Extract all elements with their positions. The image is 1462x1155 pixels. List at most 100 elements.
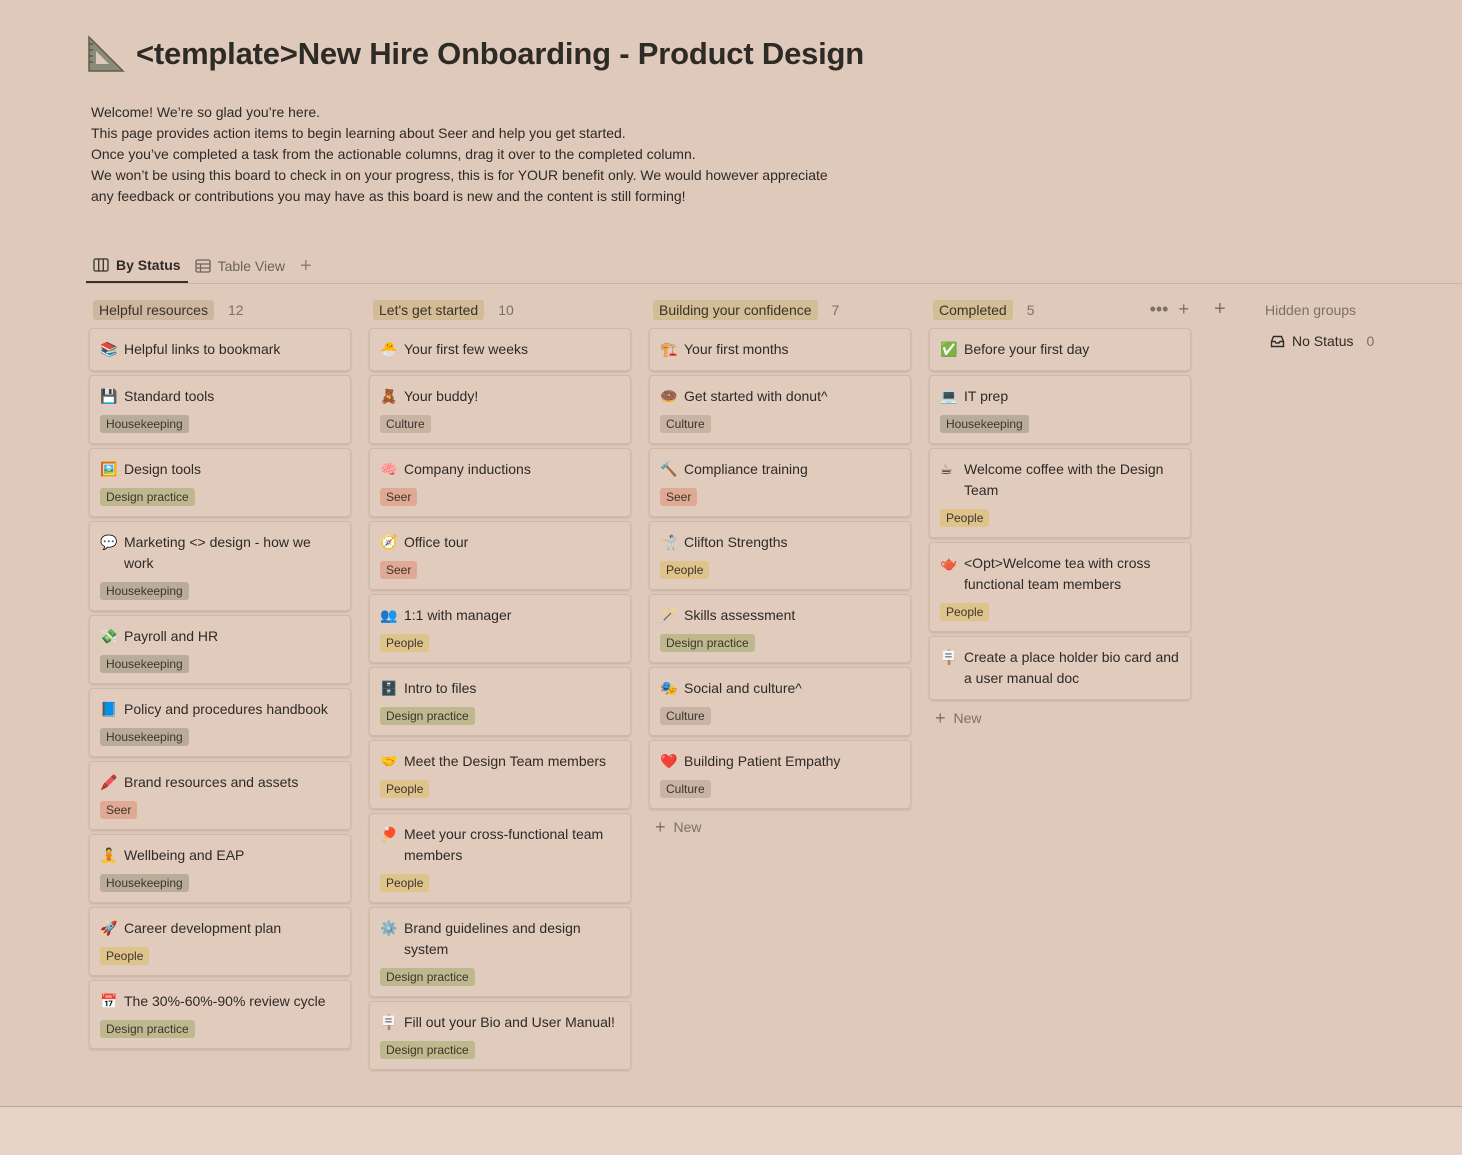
- card-emoji-icon: ✅: [940, 341, 958, 357]
- column-header[interactable]: Building your confidence 7: [649, 296, 911, 324]
- column-header[interactable]: Helpful resources 12: [89, 296, 351, 324]
- board-card[interactable]: 👥 1:1 with manager People: [369, 594, 631, 663]
- board-card[interactable]: ⚙️ Brand guidelines and design system Desi…: [369, 907, 631, 997]
- board-card[interactable]: 🏗️ Your first months: [649, 328, 911, 371]
- new-card-button[interactable]: + New: [649, 813, 911, 841]
- tab-table-view[interactable]: Table View: [188, 249, 292, 283]
- card-title: Welcome coffee with the Design Team: [964, 461, 1164, 498]
- card-emoji-icon: 💾: [100, 388, 118, 404]
- add-view-button[interactable]: +: [292, 251, 320, 281]
- board-card[interactable]: 🧠 Company inductions Seer: [369, 448, 631, 517]
- card-title: The 30%-60%-90% review cycle: [124, 993, 326, 1009]
- card-tag-row: People: [660, 561, 900, 589]
- board-card[interactable]: 📅 The 30%-60%-90% review cycle Design prac…: [89, 980, 351, 1049]
- table-icon: [194, 259, 211, 273]
- card-title: Career development plan: [124, 920, 282, 936]
- board-card[interactable]: 🔨 Compliance training Seer: [649, 448, 911, 517]
- card-tag-row: Design practice: [380, 1041, 620, 1069]
- card-tag: Seer: [660, 488, 698, 506]
- card-title-row: 🔨 Compliance training: [660, 459, 900, 490]
- card-title: Wellbeing and EAP: [124, 847, 245, 863]
- card-title: Helpful links to bookmark: [124, 341, 281, 357]
- hidden-groups-label: Hidden groups: [1265, 302, 1357, 318]
- tab-by-status[interactable]: By Status: [86, 249, 188, 283]
- card-tag-row: Housekeeping: [100, 582, 340, 610]
- board-card[interactable]: 🪧 Fill out your Bio and User Manual! Desig…: [369, 1001, 631, 1070]
- board-card[interactable]: 🚀 Career development plan People: [89, 907, 351, 976]
- card-emoji-icon: 👥: [380, 607, 398, 623]
- board-card[interactable]: 🎭 Social and culture^ Culture: [649, 667, 911, 736]
- card-title-row: 💸 Payroll and HR: [100, 626, 340, 657]
- column-header[interactable]: Completed 5 ••• +: [929, 296, 1191, 324]
- board-card[interactable]: 💬 Marketing <> design - how we work Housek…: [89, 521, 351, 611]
- card-title-row: 🖼️ Design tools: [100, 459, 340, 490]
- card-emoji-icon: 🏗️: [660, 341, 678, 357]
- card-emoji-icon: 🔨: [660, 461, 678, 477]
- column-label: Building your confidence: [653, 300, 818, 320]
- card-title-row: 🧸 Your buddy!: [380, 386, 620, 417]
- card-tag: Culture: [660, 780, 711, 798]
- board-card[interactable]: 🐣 Your first few weeks: [369, 328, 631, 371]
- add-group-plus-icon[interactable]: +: [1214, 298, 1226, 321]
- card-tag-row: People: [940, 603, 1180, 631]
- page-description: Welcome! We’re so glad you’re here. This…: [91, 102, 828, 207]
- card-tag-row: Housekeeping: [100, 874, 340, 902]
- column-header[interactable]: Let's get started 10: [369, 296, 631, 324]
- description-line: We won’t be using this board to check in…: [91, 167, 828, 183]
- board-card[interactable]: 🤺 Clifton Strengths People: [649, 521, 911, 590]
- card-tag-row: People: [100, 947, 340, 975]
- board-card[interactable]: 🤝 Meet the Design Team members People: [369, 740, 631, 809]
- plus-icon: +: [655, 817, 666, 837]
- board-card[interactable]: 🗄️ Intro to files Design practice: [369, 667, 631, 736]
- card-title-row: ✅ Before your first day: [940, 339, 1180, 370]
- card-emoji-icon: 🪄: [660, 607, 678, 623]
- hidden-group-no-status[interactable]: No Status 0: [1270, 333, 1374, 349]
- card-tag-row: People: [380, 874, 620, 902]
- board-card[interactable]: 🧘 Wellbeing and EAP Housekeeping: [89, 834, 351, 903]
- column-count: 5: [1026, 302, 1035, 318]
- hidden-group-label: No Status: [1292, 333, 1354, 349]
- card-tag: Design practice: [660, 634, 755, 652]
- new-card-button[interactable]: + New: [929, 704, 1191, 732]
- board-card[interactable]: 📘 Policy and procedures handbook Housekeep…: [89, 688, 351, 757]
- board-card[interactable]: 🧭 Office tour Seer: [369, 521, 631, 590]
- column-helpful-resources: Helpful resources 12 📚 Helpful links to b…: [89, 296, 351, 1053]
- column-label: Let's get started: [373, 300, 485, 320]
- board-card[interactable]: ☕ Welcome coffee with the Design Team Peop…: [929, 448, 1191, 538]
- card-emoji-icon: 🧘: [100, 847, 118, 863]
- board-card[interactable]: ✅ Before your first day: [929, 328, 1191, 371]
- card-emoji-icon: 🧭: [380, 534, 398, 550]
- page-title[interactable]: <template>New Hire Onboarding - Product …: [136, 36, 864, 72]
- card-tag-row: People: [380, 780, 620, 808]
- card-tag-row: Design practice: [660, 634, 900, 662]
- column-label: Completed: [933, 300, 1013, 320]
- board-card[interactable]: 💻 IT prep Housekeeping: [929, 375, 1191, 444]
- board-card[interactable]: 🪧 Create a place holder bio card and a us…: [929, 636, 1191, 700]
- card-title: Skills assessment: [684, 607, 796, 623]
- card-tag-row: People: [380, 634, 620, 662]
- board-card[interactable]: 🏓 Meet your cross-functional team members…: [369, 813, 631, 903]
- card-title-row: 📘 Policy and procedures handbook: [100, 699, 340, 730]
- card-title: Get started with donut^: [684, 388, 828, 404]
- board-card[interactable]: 🧸 Your buddy! Culture: [369, 375, 631, 444]
- board-card[interactable]: 🪄 Skills assessment Design practice: [649, 594, 911, 663]
- board-card[interactable]: ❤️ Building Patient Empathy Culture: [649, 740, 911, 809]
- card-tag-row: Culture: [660, 780, 900, 808]
- card-title: Brand resources and assets: [124, 774, 299, 790]
- card-title: Standard tools: [124, 388, 215, 404]
- card-title-row: 💬 Marketing <> design - how we work: [100, 532, 340, 584]
- board-card[interactable]: 🫖 <Opt>Welcome tea with cross functional …: [929, 542, 1191, 632]
- more-options-icon[interactable]: •••: [1150, 300, 1169, 318]
- board-card[interactable]: 💾 Standard tools Housekeeping: [89, 375, 351, 444]
- board-card[interactable]: 💸 Payroll and HR Housekeeping: [89, 615, 351, 684]
- board-card[interactable]: 📚 Helpful links to bookmark: [89, 328, 351, 371]
- card-title-row: 👥 1:1 with manager: [380, 605, 620, 636]
- board-card[interactable]: 🍩 Get started with donut^ Culture: [649, 375, 911, 444]
- board-card[interactable]: 🖼️ Design tools Design practice: [89, 448, 351, 517]
- board-card[interactable]: 🖍️ Brand resources and assets Seer: [89, 761, 351, 830]
- add-card-plus-icon[interactable]: +: [1178, 300, 1189, 318]
- card-title-row: 🪧 Fill out your Bio and User Manual!: [380, 1012, 620, 1043]
- card-tag: People: [380, 780, 430, 798]
- card-emoji-icon: ☕: [940, 461, 953, 477]
- card-title-row: 🧘 Wellbeing and EAP: [100, 845, 340, 876]
